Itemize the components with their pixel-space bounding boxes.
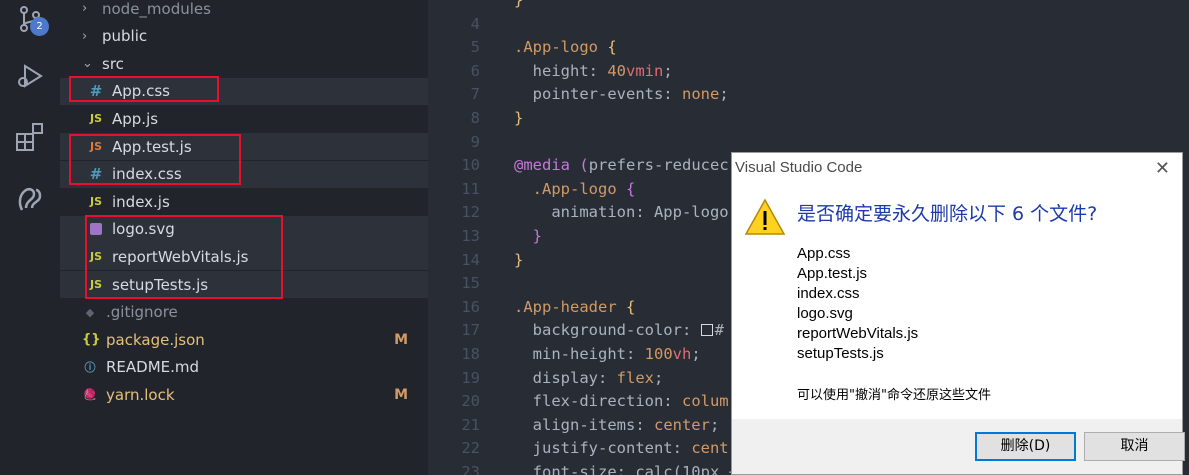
dialog-title: Visual Studio Code (735, 159, 863, 176)
js-file-icon: JS (89, 195, 102, 209)
line-number: 14 (461, 250, 480, 269)
code-text: align-items: center; (514, 415, 720, 434)
tree-item-src[interactable]: ⌄ src (60, 50, 428, 77)
line-number: 23 (461, 463, 480, 475)
tree-item-label: README.md (106, 358, 200, 377)
tree-item-label: src (102, 54, 124, 73)
line-number: 7 (470, 85, 480, 104)
code-text: } (514, 250, 524, 269)
code-text: } (514, 109, 524, 127)
js-file-icon: JS (89, 112, 102, 126)
tree-item-node-modules[interactable]: › node_modules (60, 0, 428, 22)
code-text: .App-header { (514, 297, 636, 316)
line-number: 13 (461, 227, 480, 245)
list-item: setupTests.js (797, 345, 884, 362)
line-number: 17 (461, 321, 480, 340)
scm-badge: 2 (30, 17, 49, 36)
code-text: min-height: 100vh; (514, 345, 701, 363)
line-number: 16 (461, 297, 480, 316)
tree-item-label: node_modules (102, 0, 211, 18)
line-number: 11 (461, 179, 480, 198)
list-item: index.css (797, 285, 860, 302)
chevron-right-icon: › (82, 28, 88, 44)
delete-button[interactable]: 删除(D) (975, 432, 1076, 461)
line-number: 19 (461, 368, 480, 387)
line-number: 10 (461, 156, 480, 175)
tree-item-label: public (102, 27, 148, 46)
tree-item-label: App.js (112, 109, 159, 128)
git-file-icon: ◆ (85, 305, 95, 319)
tree-item-package-json[interactable]: {} package.json M (60, 326, 428, 353)
cancel-button[interactable]: 取消 (1084, 432, 1185, 461)
dialog-question: 是否确定要永久删除以下 6 个文件? (797, 203, 1098, 225)
file-list: App.css App.test.js index.css logo.svg r… (797, 244, 918, 364)
line-number: 18 (461, 345, 480, 363)
dialog-note: 可以使用"撤消"命令还原这些文件 (797, 388, 991, 403)
list-item: reportWebVitals.js (797, 325, 919, 342)
code-text: display: flex; (514, 368, 664, 387)
code-text: } (532, 227, 543, 245)
code-text: .App-logo { (514, 38, 617, 57)
code-line: 5 .App-logo { (428, 36, 1189, 60)
yarn-file-icon: 🧶 (83, 388, 97, 402)
highlight-box (69, 76, 219, 102)
git-status-badge: M (394, 331, 408, 348)
tree-item-readme-md[interactable]: ⓘ README.md (60, 354, 428, 381)
extensions-icon[interactable] (14, 120, 46, 152)
tree-item-yarn-lock[interactable]: 🧶 yarn.lock M (60, 381, 428, 408)
code-text: } (514, 0, 524, 9)
line-number: 12 (461, 203, 480, 222)
code-text: background-color: # (514, 321, 724, 340)
tree-item-index-js[interactable]: JS index.js (60, 188, 428, 215)
list-item: App.test.js (797, 265, 868, 282)
tree-item-label: index.js (112, 192, 170, 211)
line-number: 6 (470, 61, 480, 80)
line-number: 21 (461, 415, 480, 434)
json-file-icon: {} (82, 332, 101, 348)
code-text: pointer-events: none; (514, 85, 729, 104)
chevron-down-icon: ⌄ (82, 56, 93, 72)
line-number: 22 (461, 439, 480, 458)
code-text: .App-logo { (532, 179, 636, 198)
code-text: animation: App-logo (514, 203, 729, 222)
highlight-box (85, 215, 283, 299)
info-file-icon: ⓘ (84, 361, 96, 375)
line-number: 8 (470, 109, 480, 127)
code-line: } (428, 0, 1189, 13)
delete-confirm-dialog: Visual Studio Code ✕ 是否确定要永久删除以下 6 个文件? … (731, 152, 1185, 475)
line-number: 20 (461, 392, 480, 411)
list-item: logo.svg (797, 305, 853, 322)
tree-item-gitignore[interactable]: ◆ .gitignore (60, 299, 428, 326)
remote-icon[interactable] (14, 182, 46, 214)
tree-item-label: yarn.lock (106, 385, 175, 404)
chevron-right-icon: › (82, 1, 88, 16)
code-line: 7 pointer-events: none; (428, 83, 1189, 107)
line-number: 4 (470, 14, 480, 33)
git-status-badge: M (394, 386, 408, 403)
highlight-box (69, 134, 241, 185)
code-line: 9 (428, 131, 1189, 155)
color-swatch-icon (700, 324, 713, 337)
warning-icon (744, 197, 786, 237)
activity-bar: 2 (0, 0, 60, 475)
run-debug-icon[interactable] (14, 60, 46, 92)
list-item: App.css (797, 245, 851, 262)
code-text: @media (prefers-reducec (514, 156, 729, 175)
code-line: 4 (428, 13, 1189, 37)
dialog-footer: 删除(D) 取消 (732, 419, 1185, 474)
code-text: justify-content: cent (514, 439, 729, 458)
code-text: height: 40vmin; (514, 61, 673, 80)
code-line: 6 height: 40vmin; (428, 60, 1189, 84)
tree-item-label: .gitignore (106, 303, 178, 322)
line-number: 9 (470, 132, 480, 151)
file-explorer: › node_modules › public ⌄ src # App.css JS App.js… (60, 0, 428, 475)
code-text: flex-direction: colum (514, 392, 729, 411)
line-number: 5 (470, 38, 480, 57)
tree-item-label: package.json (106, 330, 205, 349)
line-number: 15 (461, 274, 480, 293)
code-line: 8} (428, 107, 1189, 131)
tree-item-public[interactable]: › public (60, 23, 428, 50)
tree-item-app-js[interactable]: JS App.js (60, 105, 428, 132)
close-icon[interactable]: ✕ (1155, 158, 1170, 179)
